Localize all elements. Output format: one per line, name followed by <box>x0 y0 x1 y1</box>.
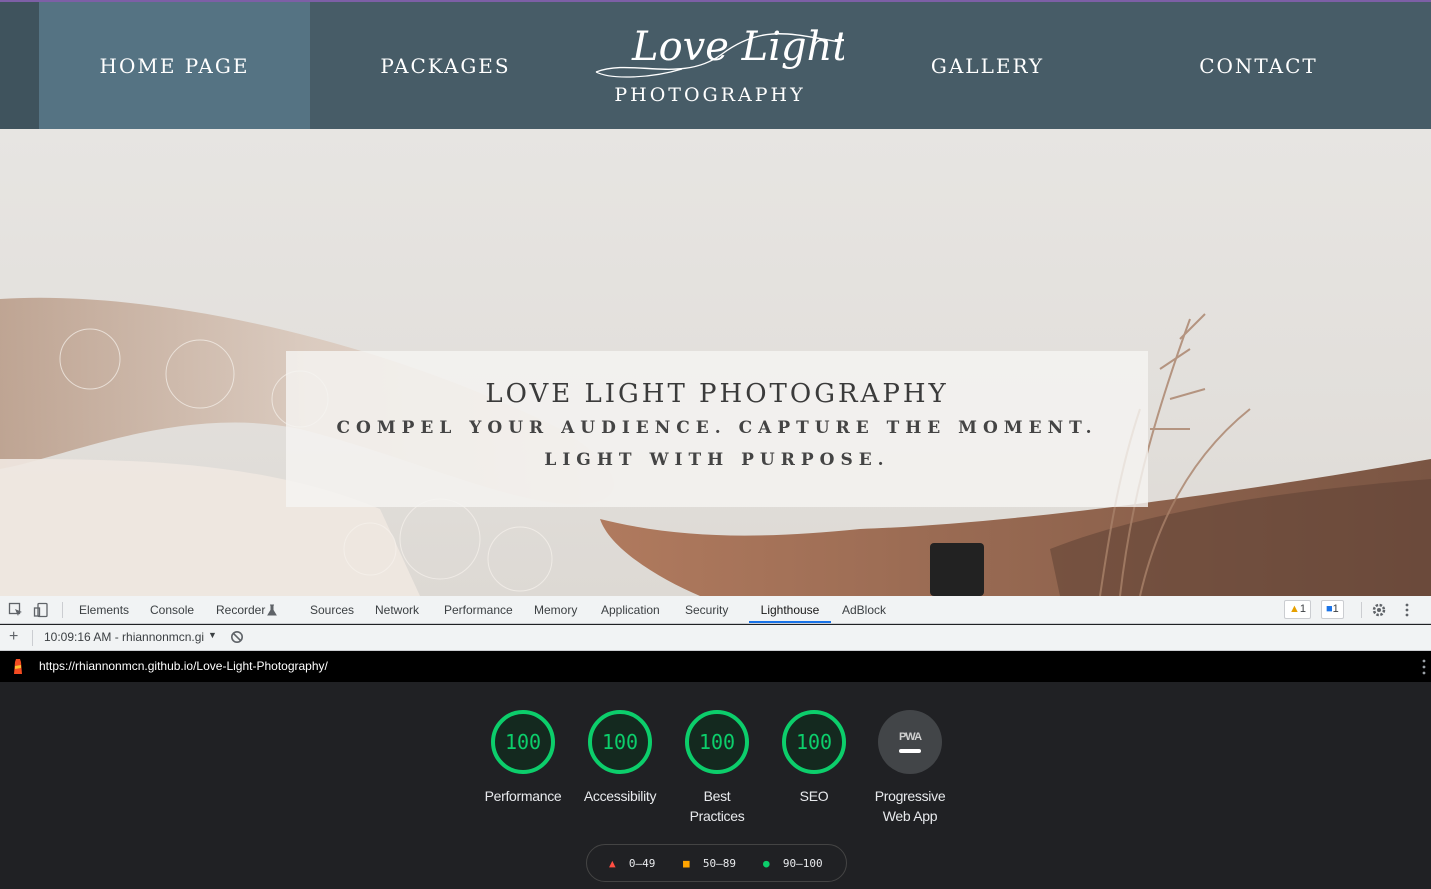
gauge-best-practices[interactable]: 100 Best Practices <box>667 710 767 826</box>
warnings-count: 1 <box>1299 603 1307 615</box>
tab-lighthouse[interactable]: Lighthouse <box>749 596 831 623</box>
hero-tagline-2: LIGHT WITH PURPOSE. <box>544 450 890 470</box>
nav-home-page[interactable]: HOME PAGE <box>39 2 310 129</box>
score-best-practices: 100 <box>685 710 749 774</box>
more-options-icon[interactable] <box>1421 659 1427 675</box>
score-performance: 100 <box>491 710 555 774</box>
pwa-badge-text: PWA <box>898 731 922 743</box>
site-logo[interactable]: Love Light PHOTOGRAPHY <box>592 14 844 116</box>
triangle-icon: ▲ <box>609 857 616 870</box>
lighthouse-toolbar: + 10:09:16 AM - rhiannonmcn.gi ▼ <box>0 625 1431 651</box>
hero-title: LOVE LIGHT PHOTOGRAPHY <box>485 379 949 409</box>
tab-security[interactable]: Security <box>685 596 728 624</box>
gear-icon[interactable] <box>1371 602 1387 618</box>
legend-fail: ▲ 0–49 <box>609 857 655 871</box>
legend-pass-range: 90–100 <box>782 857 823 870</box>
gauge-label-seo: SEO <box>799 788 829 804</box>
gauge-label-pwa: Progressive Web App <box>874 788 946 824</box>
tab-adblock[interactable]: AdBlock <box>842 596 886 624</box>
nav-edge-strip <box>0 2 39 129</box>
inspect-element-icon[interactable] <box>8 602 24 618</box>
legend-pass: ● 90–100 <box>763 857 823 871</box>
logo-script-mark: Love Light <box>595 24 844 78</box>
report-url-bar: https://rhiannonmcn.github.io/Love-Light… <box>0 651 1431 682</box>
report-selector[interactable]: 10:09:16 AM - rhiannonmcn.gi <box>44 630 204 644</box>
circle-icon: ● <box>763 857 770 870</box>
tab-application[interactable]: Application <box>601 596 660 624</box>
tab-elements[interactable]: Elements <box>79 596 129 624</box>
score-legend: ▲ 0–49 ■ 50–89 ● 90–100 <box>586 844 847 882</box>
hero-section: LOVE LIGHT PHOTOGRAPHY COMPEL YOUR AUDIE… <box>0 129 1431 596</box>
nav-packages[interactable]: PACKAGES <box>310 2 581 129</box>
pwa-dash-icon <box>899 749 921 753</box>
pwa-badge: PWA <box>878 710 942 774</box>
devtools-tab-bar: Elements Console Recorder Sources Networ… <box>0 596 1431 624</box>
toolbar-divider <box>1361 602 1362 618</box>
more-options-icon[interactable] <box>1399 602 1415 618</box>
messages-count: 1 <box>1332 603 1339 615</box>
lighthouse-report: 100 Performance 100 Accessibility 100 Be… <box>0 682 1431 889</box>
gauge-pwa[interactable]: PWA Progressive Web App <box>860 710 960 826</box>
report-url[interactable]: https://rhiannonmcn.github.io/Love-Light… <box>39 659 328 673</box>
gauge-label-performance: Performance <box>484 788 562 804</box>
site-header: HOME PAGE PACKAGES Love Light PHOTOGRAPH… <box>0 0 1431 129</box>
tab-console[interactable]: Console <box>150 596 194 624</box>
toolbar-divider <box>32 630 33 646</box>
messages-badge[interactable]: ■1 <box>1321 600 1344 619</box>
gauge-accessibility[interactable]: 100 Accessibility <box>570 710 670 806</box>
tab-recorder[interactable]: Recorder <box>216 596 265 624</box>
warning-icon: ▲ <box>1289 603 1300 615</box>
tab-memory[interactable]: Memory <box>534 596 577 624</box>
square-icon: ■ <box>683 857 690 870</box>
device-toolbar-icon[interactable] <box>33 602 49 618</box>
lighthouse-logo-icon <box>14 659 22 674</box>
tab-sources[interactable]: Sources <box>310 596 354 624</box>
hero-text-box: LOVE LIGHT PHOTOGRAPHY COMPEL YOUR AUDIE… <box>286 351 1148 507</box>
gauge-label-accessibility: Accessibility <box>583 788 657 804</box>
logo-subtitle: PHOTOGRAPHY <box>614 84 806 106</box>
warnings-badge[interactable]: ▲1 <box>1284 600 1312 619</box>
flask-icon <box>267 604 277 616</box>
score-accessibility: 100 <box>588 710 652 774</box>
gauge-seo[interactable]: 100 SEO <box>764 710 864 806</box>
nav-gallery[interactable]: GALLERY <box>852 2 1123 129</box>
tab-performance[interactable]: Performance <box>444 596 513 624</box>
hero-tagline: COMPEL YOUR AUDIENCE. CAPTURE THE MOMENT… <box>336 418 1098 438</box>
clear-icon[interactable] <box>230 630 244 644</box>
gauge-label-best-practices: Best Practices <box>689 788 745 824</box>
score-seo: 100 <box>782 710 846 774</box>
nav-contact[interactable]: CONTACT <box>1123 2 1394 129</box>
toolbar-divider <box>62 602 63 618</box>
tab-network[interactable]: Network <box>375 596 419 624</box>
legend-fail-range: 0–49 <box>628 857 656 870</box>
gauge-performance[interactable]: 100 Performance <box>473 710 573 806</box>
legend-average: ■ 50–89 <box>683 857 736 871</box>
logo-script-text: Love Light <box>631 24 844 70</box>
legend-average-range: 50–89 <box>702 857 736 870</box>
new-report-icon[interactable]: + <box>9 628 18 646</box>
chevron-down-icon[interactable]: ▼ <box>208 630 217 640</box>
message-icon: ■ <box>1326 603 1333 615</box>
